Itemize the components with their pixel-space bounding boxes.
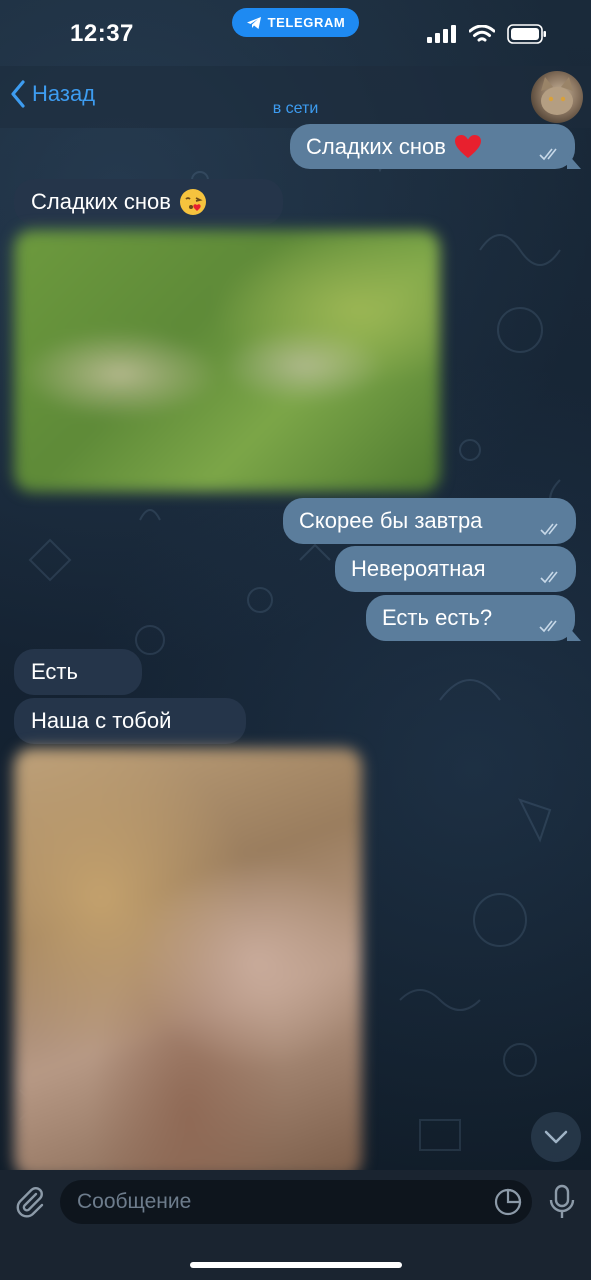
message-text: Наша с тобой	[31, 708, 172, 733]
signal-icon	[427, 25, 456, 43]
sticker-icon[interactable]	[494, 1188, 522, 1216]
battery-icon	[507, 24, 546, 44]
microphone-icon[interactable]	[548, 1184, 576, 1220]
double-check-icon	[540, 571, 558, 584]
message-text: Сладких снов	[306, 133, 446, 159]
message-bubble-incoming[interactable]: Наша с тобой	[14, 698, 246, 744]
scroll-to-bottom-button[interactable]	[531, 1112, 581, 1162]
paperclip-icon[interactable]	[12, 1184, 46, 1218]
double-check-icon	[540, 523, 558, 536]
message-text: Невероятная	[351, 556, 486, 581]
status-bar: 12:37 TELEGRAM	[0, 0, 591, 66]
message-bubble-outgoing[interactable]: Невероятная	[335, 546, 576, 592]
message-photo[interactable]	[14, 230, 440, 492]
message-input[interactable]	[60, 1180, 532, 1224]
message-text: Есть	[31, 659, 78, 684]
contact-avatar[interactable]	[531, 71, 583, 123]
message-bubble-outgoing[interactable]: Есть есть?	[366, 595, 575, 641]
message-bubble-outgoing[interactable]: Скорее бы завтра	[283, 498, 576, 544]
message-photo[interactable]	[14, 748, 362, 1178]
status-time: 12:37	[70, 20, 134, 47]
cat-photo-icon	[541, 77, 573, 115]
red-heart-icon	[454, 134, 482, 160]
double-check-icon	[539, 620, 557, 633]
message-text: Сладких снов	[31, 189, 171, 214]
chat-header: Назад в сети	[0, 66, 591, 128]
message-text: Скорее бы завтра	[299, 508, 483, 533]
telegram-app-pill[interactable]: TELEGRAM	[232, 8, 359, 37]
kiss-face-icon	[179, 188, 207, 216]
home-indicator	[190, 1262, 402, 1268]
message-bubble-incoming[interactable]: Сладких снов	[14, 179, 283, 225]
message-text: Есть есть?	[382, 605, 493, 630]
double-check-icon	[539, 148, 557, 161]
message-bubble-outgoing[interactable]: Сладких снов	[290, 124, 575, 169]
status-icons	[427, 24, 547, 44]
telegram-pill-label: TELEGRAM	[267, 15, 346, 30]
wifi-icon	[469, 24, 495, 41]
chevron-down-icon	[544, 1130, 568, 1144]
telegram-plane-icon	[246, 16, 261, 29]
message-bubble-incoming[interactable]: Есть	[14, 649, 142, 695]
contact-online-status: в сети	[272, 100, 319, 117]
